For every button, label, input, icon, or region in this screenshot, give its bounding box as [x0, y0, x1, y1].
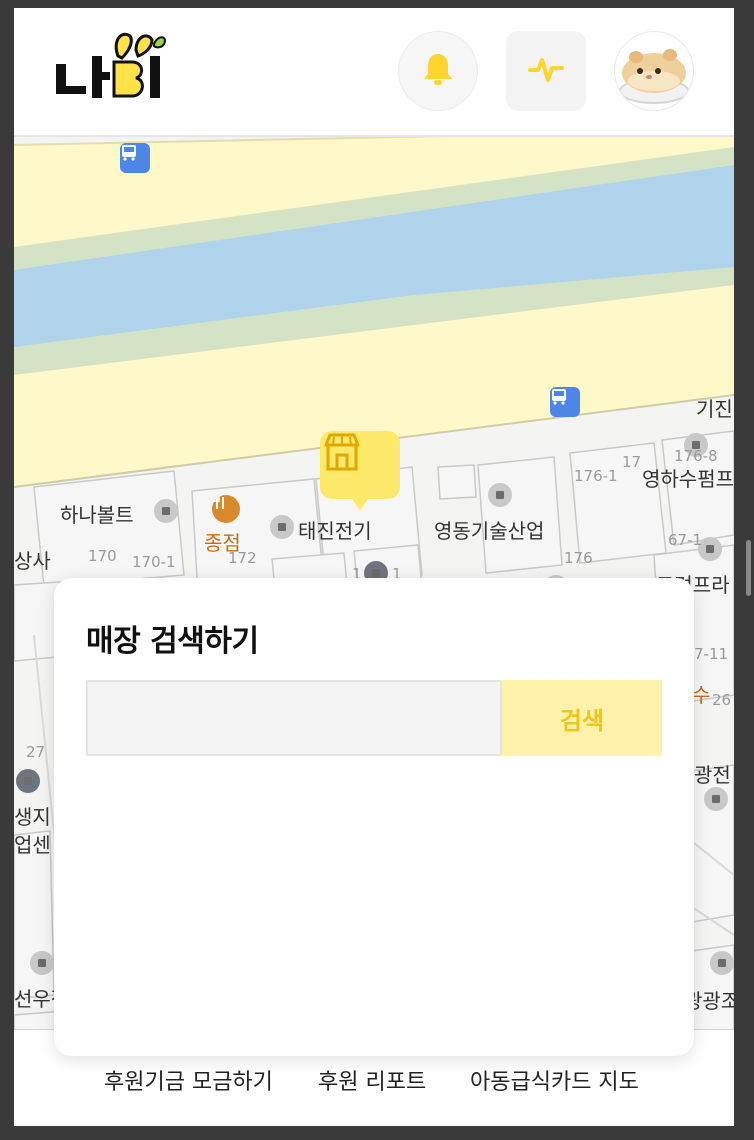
lot-number: 170: [88, 547, 117, 565]
poi-marker[interactable]: [270, 515, 294, 539]
hamster-avatar-icon: [615, 32, 693, 110]
activity-button[interactable]: [506, 31, 586, 111]
map-label: 수: [692, 683, 711, 707]
map-label: 생지: [14, 805, 51, 829]
bell-icon: [422, 52, 454, 90]
lot-number: 176: [564, 549, 593, 567]
lot-number: 26: [712, 691, 732, 709]
poi-marker[interactable]: [30, 951, 54, 975]
bus-stop-icon[interactable]: [120, 143, 150, 173]
search-button[interactable]: 검색: [502, 680, 662, 756]
lot-number: 176-8: [674, 447, 718, 465]
building-icon[interactable]: [16, 769, 40, 793]
poi-marker[interactable]: [704, 787, 728, 811]
lot-number: 176-1: [574, 467, 618, 485]
app-screen: 하나볼트 종점 태진전기 영동기술산업 상사 기진 영하수펌프 고려프라 생지 …: [14, 8, 734, 1126]
map-label: 상사: [14, 549, 51, 573]
lot-number: 27: [26, 743, 46, 761]
map-label: 태진전기: [298, 519, 372, 543]
map-label: 광전: [694, 763, 731, 787]
footer-link-report[interactable]: 후원 리포트: [318, 1064, 426, 1096]
store-marker[interactable]: [320, 431, 400, 511]
map-label: 업센: [14, 833, 51, 857]
poi-marker[interactable]: [488, 483, 512, 507]
map-label: 영하수펌프: [642, 467, 734, 491]
footer-link-fundraising[interactable]: 후원기금 모금하기: [104, 1064, 273, 1096]
lot-number: 67-1: [668, 531, 703, 549]
footer-link-card-map[interactable]: 아동급식카드 지도: [470, 1064, 639, 1096]
bus-stop-icon[interactable]: [550, 387, 580, 417]
poi-marker[interactable]: [154, 499, 178, 523]
nabi-logo[interactable]: [52, 26, 172, 106]
lot-number: 172: [228, 549, 257, 567]
lot-number: 17: [622, 453, 642, 471]
notification-button[interactable]: [398, 31, 478, 111]
map-label: 영동기술산업: [434, 519, 545, 543]
map-label: 하나볼트: [60, 503, 134, 527]
lot-number: 170-1: [132, 553, 176, 571]
store-search-panel: 매장 검색하기 검색: [54, 578, 694, 1056]
panel-title: 매장 검색하기: [86, 624, 259, 659]
restaurant-icon[interactable]: [212, 495, 240, 523]
top-header: [14, 8, 734, 137]
scrollbar[interactable]: [746, 540, 751, 596]
store-search-input[interactable]: [86, 680, 502, 756]
map-label: 기진: [696, 397, 733, 421]
footer-nav: 후원기금 모금하기 후원 리포트 아동급식카드 지도: [14, 1056, 734, 1126]
poi-marker[interactable]: [710, 951, 734, 975]
activity-pulse-icon: [528, 54, 564, 88]
profile-avatar[interactable]: [614, 31, 694, 111]
lot-number: 7-11: [694, 645, 729, 663]
